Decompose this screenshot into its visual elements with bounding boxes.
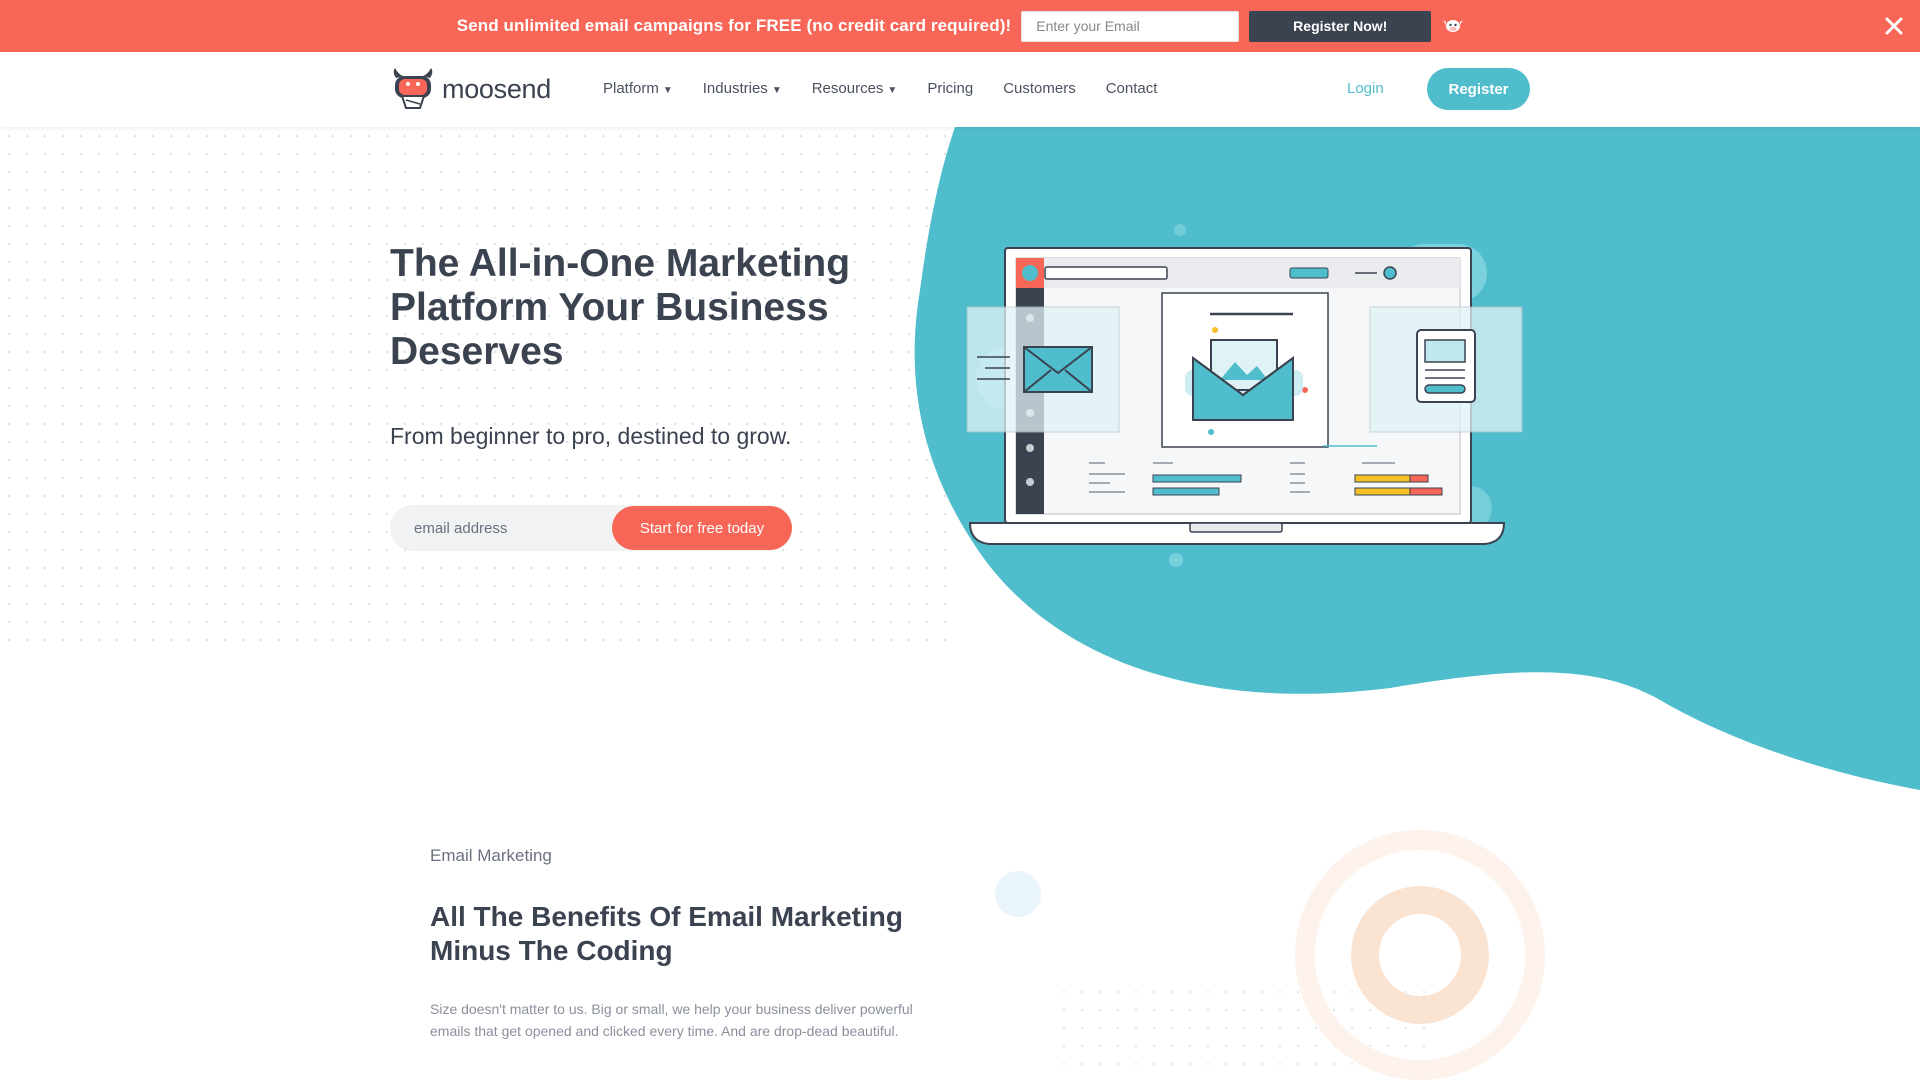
nav-label: Industries [702, 80, 768, 97]
hero-email-input[interactable] [390, 505, 610, 551]
start-free-button[interactable]: Start for free today [612, 506, 792, 550]
nav-pricing[interactable]: Pricing [927, 80, 973, 97]
register-button[interactable]: Register [1427, 68, 1530, 110]
nav-resources[interactable]: Resources ▼ [812, 80, 898, 97]
nav-label: Platform [603, 80, 659, 97]
section-label: Email Marketing [430, 846, 552, 865]
hero-subtitle: From beginner to pro, destined to grow. [390, 423, 792, 449]
chevron-down-icon: ▼ [771, 85, 782, 96]
logo-text: moosend [442, 73, 551, 104]
hero-title: The All-in-One Marketing Platform Your B… [390, 242, 851, 373]
section-title: All The Benefits Of Email Marketing Minu… [430, 901, 903, 966]
nav-platform[interactable]: Platform ▼ [603, 80, 673, 97]
chevron-down-icon: ▼ [887, 85, 898, 96]
signup-form: Start for free today [390, 505, 792, 551]
main-nav: Platform ▼ Industries ▼ Resources ▼ Pricing… [603, 80, 1187, 97]
laptop-illustration [966, 224, 1523, 567]
section-body: Size doesn't matter to us. Big or small,… [430, 1001, 913, 1039]
nav-customers[interactable]: Customers [1003, 80, 1076, 97]
nav-label: Resources [811, 80, 884, 97]
login-link[interactable]: Login [1347, 80, 1384, 97]
moosend-logo-icon [393, 68, 433, 109]
nav-industries[interactable]: Industries ▼ [703, 80, 782, 97]
chevron-down-icon: ▼ [662, 85, 673, 96]
site-header: moosend Platform ▼ Industries ▼ Resources ▼… [0, 52, 1920, 127]
moosend-logo[interactable]: moosend [390, 66, 551, 112]
nav-contact[interactable]: Contact [1106, 80, 1158, 97]
